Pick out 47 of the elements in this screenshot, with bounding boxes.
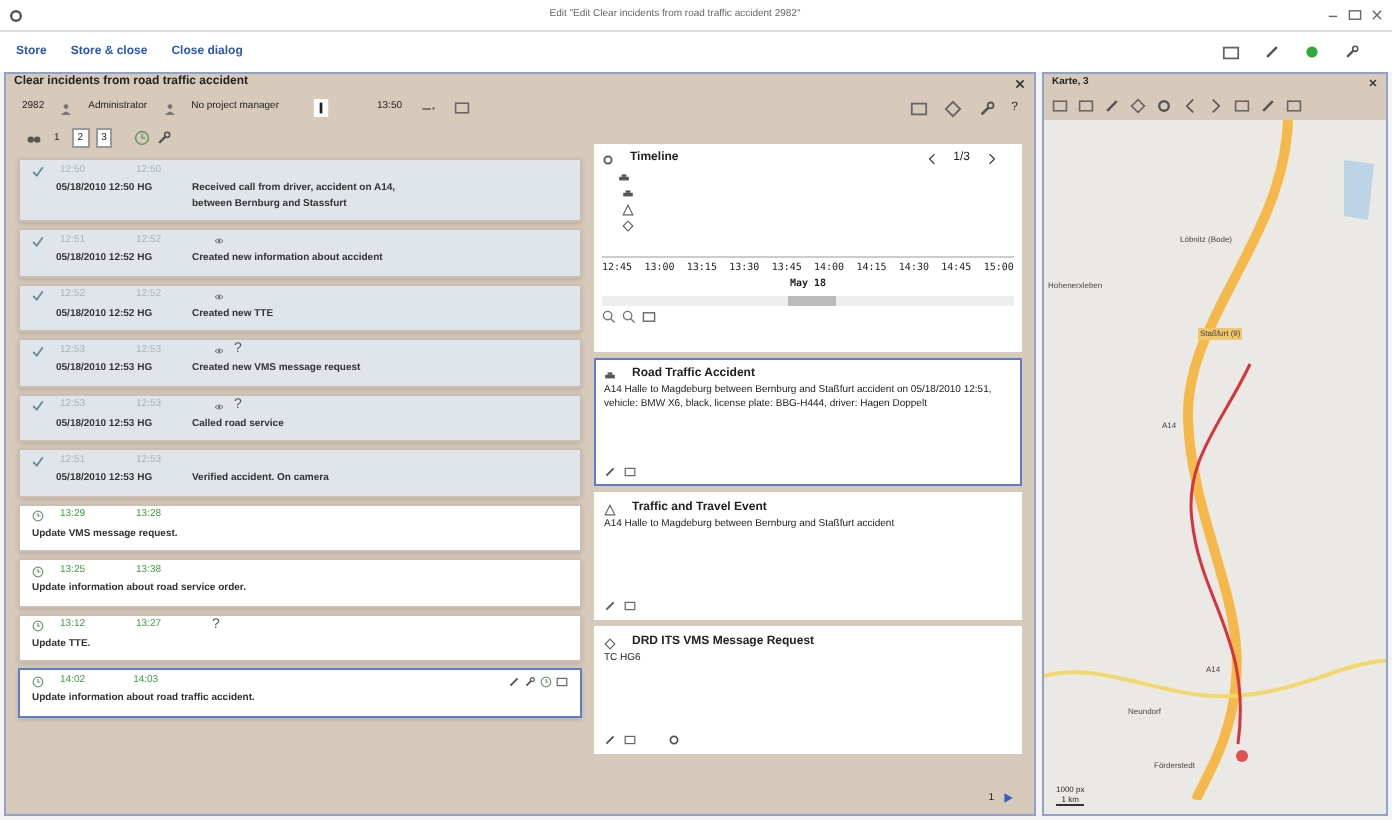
sign-icon <box>622 220 634 232</box>
back-icon[interactable] <box>1182 98 1198 114</box>
check-icon <box>32 235 44 247</box>
pencil-icon[interactable] <box>604 600 616 612</box>
pencil-icon[interactable] <box>604 466 616 478</box>
warning-icon <box>604 503 616 515</box>
close-icon[interactable] <box>1370 8 1384 22</box>
sign-icon <box>604 637 616 649</box>
clock-icon <box>32 565 44 577</box>
binoculars-icon[interactable] <box>26 130 42 146</box>
person-icon <box>60 101 73 115</box>
wrench-icon[interactable] <box>1344 44 1360 60</box>
zoom-in-icon[interactable] <box>602 310 616 324</box>
forward-icon[interactable] <box>1208 98 1224 114</box>
water-area <box>1344 160 1374 220</box>
scrollbar-thumb[interactable] <box>787 296 837 306</box>
car-icon <box>604 369 616 381</box>
wrench-icon[interactable] <box>524 675 537 687</box>
clock-icon[interactable] <box>540 675 553 687</box>
car-icon <box>618 172 630 184</box>
priority-dropdown-icon[interactable] <box>311 98 329 118</box>
status-dot-icon[interactable] <box>1304 44 1320 60</box>
warning-icon <box>622 204 634 216</box>
zoom-out-icon[interactable] <box>622 310 636 324</box>
check-icon <box>32 400 44 412</box>
clock-icon <box>32 510 44 522</box>
incident-marker <box>1236 750 1248 762</box>
close-icon[interactable] <box>1368 78 1378 88</box>
timeline-scrollbar[interactable] <box>602 296 1014 306</box>
check-icon <box>32 455 44 467</box>
clock-icon <box>32 620 44 632</box>
pencil-icon[interactable] <box>508 675 521 687</box>
previous-icon[interactable] <box>925 152 938 166</box>
person-icon <box>163 101 176 115</box>
pencil-icon[interactable] <box>604 734 616 746</box>
clock-icon <box>32 675 44 687</box>
maximize-icon[interactable] <box>1348 8 1362 22</box>
app-icon <box>8 7 24 23</box>
next-page-icon[interactable] <box>1002 792 1014 805</box>
check-icon <box>32 165 44 177</box>
check-icon <box>32 290 44 302</box>
close-icon[interactable] <box>1014 77 1026 89</box>
wrench-icon[interactable] <box>156 130 173 146</box>
check-icon <box>32 345 44 357</box>
wrench-icon[interactable] <box>977 99 996 117</box>
car-icon <box>622 188 634 200</box>
next-icon[interactable] <box>986 152 998 166</box>
